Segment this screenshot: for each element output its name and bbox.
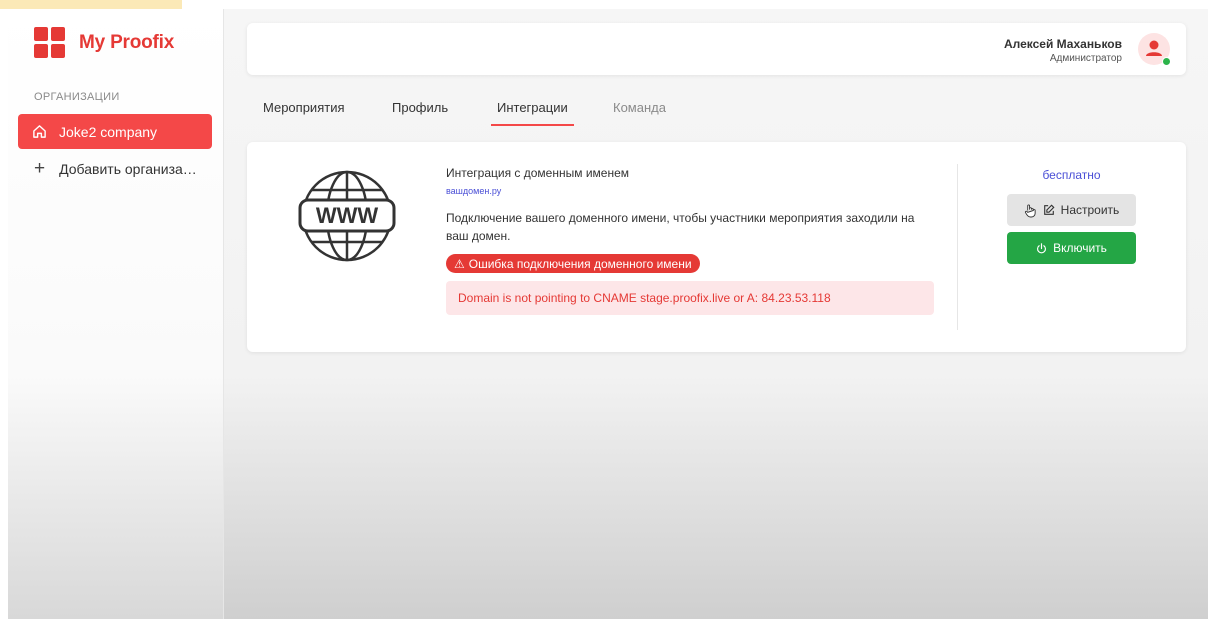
divider bbox=[957, 164, 958, 330]
online-status-dot bbox=[1162, 57, 1171, 66]
add-organization-label: Добавить организа… bbox=[59, 160, 197, 177]
error-badge: ⚠ Ошибка подключения доменного имени bbox=[446, 254, 700, 273]
error-badge-label: Ошибка подключения доменного имени bbox=[468, 256, 692, 271]
integration-description: Подключение вашего доменного имени, чтоб… bbox=[446, 211, 915, 243]
logo[interactable]: My Proofix bbox=[34, 27, 174, 58]
domain-placeholder: вашдомен.ру bbox=[446, 186, 502, 196]
plus-icon: + bbox=[34, 158, 46, 179]
warning-icon: ⚠ bbox=[454, 256, 465, 271]
user-role: Администратор bbox=[1049, 53, 1122, 64]
error-detail: Domain is not pointing to CNAME stage.pr… bbox=[446, 281, 934, 315]
user-info[interactable]: Алексей Маханьков Администратор bbox=[1004, 37, 1122, 64]
tab-integrations[interactable]: Интеграции bbox=[491, 100, 574, 126]
top-strip-highlight bbox=[0, 0, 182, 9]
power-icon bbox=[1037, 242, 1047, 253]
tab-team[interactable]: Команда bbox=[613, 100, 666, 115]
price-label: бесплатно bbox=[1042, 168, 1101, 182]
top-header: Алексей Маханьков Администратор bbox=[247, 23, 1186, 75]
app-name: My Proofix bbox=[79, 31, 175, 53]
add-organization-button[interactable]: + Добавить организа… bbox=[34, 159, 197, 178]
sidebar-item-joke2-company[interactable]: Joke2 company bbox=[18, 114, 212, 149]
cursor-hand-icon bbox=[1024, 203, 1036, 217]
configure-button[interactable]: Настроить bbox=[1007, 194, 1136, 226]
tab-events[interactable]: Мероприятия bbox=[263, 100, 345, 115]
enable-button-label: Включить bbox=[1053, 241, 1107, 255]
user-name: Алексей Маханьков bbox=[1003, 37, 1122, 51]
integration-info: Интеграция с доменным именем вашдомен.ру… bbox=[446, 166, 936, 315]
tab-profile[interactable]: Профиль bbox=[392, 100, 448, 115]
avatar[interactable] bbox=[1138, 33, 1171, 66]
domain-integration-card: WWW Интеграция с доменным именем вашдоме… bbox=[247, 142, 1186, 352]
integration-title: Интеграция с доменным именем bbox=[446, 166, 629, 180]
organizations-section-label: ОРГАНИЗАЦИИ bbox=[34, 91, 120, 103]
www-label: WWW bbox=[316, 203, 379, 228]
logo-icon bbox=[34, 27, 65, 58]
app-window: My Proofix ОРГАНИЗАЦИИ Joke2 company + Д… bbox=[8, 9, 1208, 619]
globe-www-icon: WWW bbox=[298, 170, 396, 262]
top-strip bbox=[0, 0, 1208, 9]
sidebar-item-label: Joke2 company bbox=[59, 123, 158, 140]
sidebar: My Proofix ОРГАНИЗАЦИИ Joke2 company + Д… bbox=[8, 9, 224, 619]
edit-icon bbox=[1043, 204, 1055, 215]
home-icon bbox=[33, 125, 46, 138]
enable-button[interactable]: Включить bbox=[1007, 232, 1136, 264]
configure-button-label: Настроить bbox=[1060, 203, 1120, 217]
